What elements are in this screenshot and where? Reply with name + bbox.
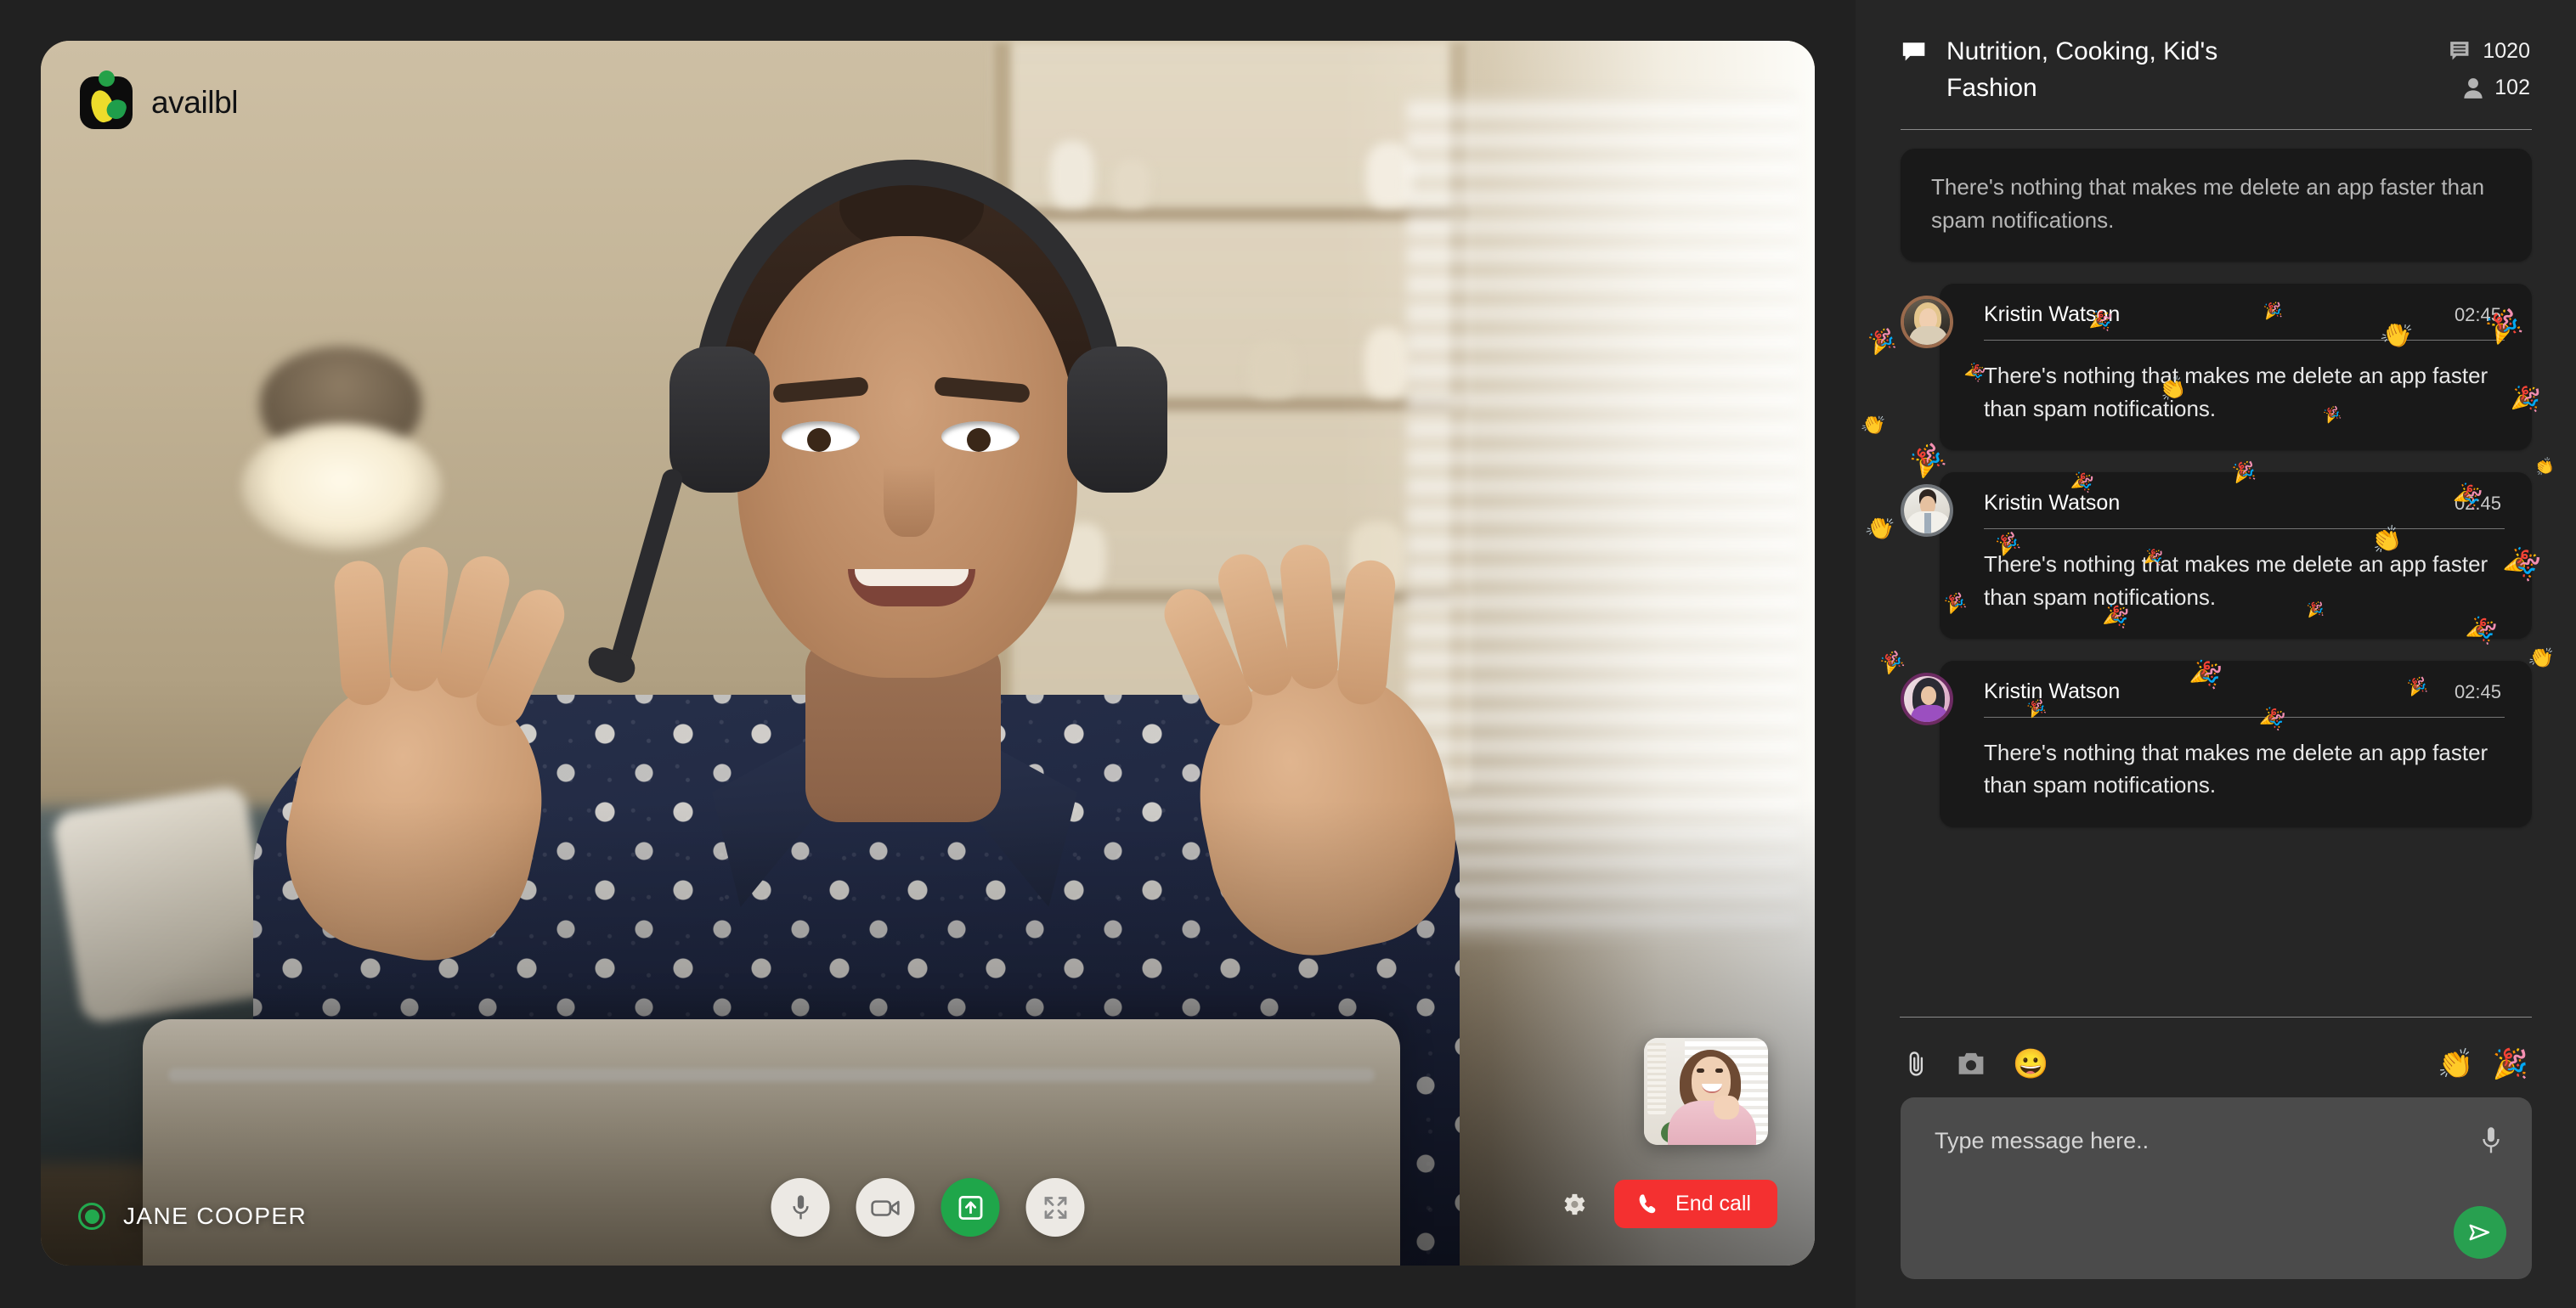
message-sender: Kristin Watson [1984, 302, 2121, 327]
message-timestamp: 02:45 [2454, 492, 2501, 514]
message-list[interactable]: There's nothing that makes me delete an … [1856, 130, 2576, 1017]
eye-right [941, 421, 1020, 452]
person-icon [2464, 77, 2483, 99]
video-camera-icon [870, 1199, 900, 1216]
mouth [848, 569, 975, 606]
message-timestamp: 02:45 [2454, 680, 2501, 702]
clap-reaction-button[interactable]: 👏 [2438, 1050, 2473, 1079]
message-count-stat: 1020 [2449, 39, 2530, 64]
message-bubble: Kristin Watson 02:45 There's nothing tha… [1940, 661, 2532, 827]
nose [884, 465, 935, 537]
settings-button[interactable] [1556, 1187, 1590, 1221]
message-bubble: Kristin Watson 02:45 There's nothing tha… [1940, 284, 2532, 451]
eye-left [782, 421, 860, 452]
phone-icon [1639, 1193, 1656, 1213]
message-text: There's nothing that makes me delete an … [1984, 740, 2488, 798]
composer-toolbar: 😀 👏 🎉 [1901, 1038, 2532, 1097]
availbl-logo-icon [80, 70, 133, 129]
call-controls [771, 1178, 1085, 1237]
microphone-button[interactable] [771, 1178, 830, 1237]
avatar[interactable] [1901, 673, 1953, 725]
share-screen-button[interactable] [941, 1178, 1000, 1237]
message-timestamp: 02:45 [2454, 303, 2501, 325]
chat-panel: Nutrition, Cooking, Kid's Fashion 1020 1… [1856, 0, 2576, 1308]
chat-title-wrap: Nutrition, Cooking, Kid's Fashion [1901, 34, 2303, 106]
end-call-label: End call [1675, 1192, 1751, 1215]
laptop-screen-edge [168, 1068, 1375, 1082]
self-view-pip[interactable] [1644, 1038, 1768, 1145]
end-call-button[interactable]: End call [1614, 1180, 1777, 1228]
message-count-value: 1020 [2483, 39, 2530, 63]
microphone-icon [2483, 1127, 2500, 1153]
message-bubble: There's nothing that makes me delete an … [1901, 149, 2532, 262]
message-sender: Kristin Watson [1984, 679, 2121, 703]
message-text: There's nothing that makes me delete an … [1984, 363, 2488, 421]
attach-button[interactable] [1904, 1050, 1929, 1079]
message-input-box[interactable] [1901, 1097, 2532, 1279]
member-count-value: 102 [2494, 76, 2530, 99]
brand-name: availbl [151, 85, 239, 120]
message-input[interactable] [1935, 1128, 2498, 1154]
expand-icon [1044, 1196, 1066, 1219]
send-plane-icon [2469, 1224, 2490, 1241]
list-item[interactable]: There's nothing that makes me delete an … [1901, 149, 2532, 262]
message-composer: 😀 👏 🎉 [1856, 1018, 2576, 1308]
headphone-earcup-left [669, 347, 770, 493]
list-item[interactable]: Kristin Watson 02:45 There's nothing tha… [1901, 472, 2532, 639]
messages-icon [2450, 41, 2469, 59]
self-view-image [1644, 1038, 1768, 1145]
message-sender: Kristin Watson [1984, 491, 2121, 516]
emoji-button[interactable]: 😀 [2013, 1050, 2048, 1079]
composer-tools-left: 😀 [1904, 1050, 2048, 1079]
party-popper-icon: 🎉 [1866, 326, 1898, 357]
party-popper-icon: 👏 [1859, 411, 1889, 439]
avatar[interactable] [1901, 296, 1953, 349]
send-button[interactable] [2454, 1206, 2506, 1259]
share-screen-icon [958, 1195, 982, 1220]
microphone-icon [792, 1194, 809, 1219]
gear-icon [1564, 1193, 1585, 1215]
message-header: Kristin Watson 02:45 [1940, 661, 2532, 717]
party-popper-icon: 👏 [1862, 511, 1898, 545]
message-text: There's nothing that makes me delete an … [1931, 174, 2485, 233]
participant-name-tag: JANE COOPER [78, 1203, 307, 1230]
paperclip-icon [1909, 1051, 1924, 1076]
online-indicator [78, 1203, 105, 1230]
member-count-stat: 102 [2463, 76, 2530, 100]
party-reaction-button[interactable]: 🎉 [2493, 1050, 2528, 1079]
headphone-earcup-right [1067, 347, 1167, 493]
chat-title: Nutrition, Cooking, Kid's Fashion [1946, 37, 2218, 102]
message-bubble: Kristin Watson 02:45 There's nothing tha… [1940, 472, 2532, 639]
call-right-controls: End call [1556, 1180, 1777, 1228]
participant-name-label: JANE COOPER [123, 1203, 308, 1229]
list-item[interactable]: Kristin Watson 02:45 There's nothing tha… [1901, 284, 2532, 451]
message-header: Kristin Watson 02:45 [1940, 284, 2532, 340]
message-text: There's nothing that makes me delete an … [1984, 551, 2488, 610]
voice-record-button[interactable] [2481, 1126, 2501, 1158]
list-item[interactable]: Kristin Watson 02:45 There's nothing tha… [1901, 661, 2532, 827]
composer-tools-right: 👏 🎉 [2438, 1050, 2528, 1079]
chat-stats: 1020 102 [2449, 34, 2530, 100]
avatar[interactable] [1901, 484, 1953, 538]
headset-mic-boom [607, 466, 685, 677]
video-call-app: availbl JANE COOPER End call Nutrition, … [0, 0, 2576, 1308]
camera-icon [1958, 1052, 1984, 1074]
message-header: Kristin Watson 02:45 [1940, 472, 2532, 528]
chat-header: Nutrition, Cooking, Kid's Fashion 1020 1… [1856, 0, 2576, 106]
camera-button[interactable] [1957, 1051, 1986, 1077]
brand-logo: availbl [80, 70, 239, 129]
fullscreen-button[interactable] [1025, 1178, 1085, 1237]
camera-button[interactable] [856, 1178, 915, 1237]
party-popper-icon: 👏 [2533, 456, 2556, 479]
chat-bubble-icon [1902, 42, 1925, 61]
main-video-stage[interactable]: availbl JANE COOPER End call [41, 41, 1815, 1266]
